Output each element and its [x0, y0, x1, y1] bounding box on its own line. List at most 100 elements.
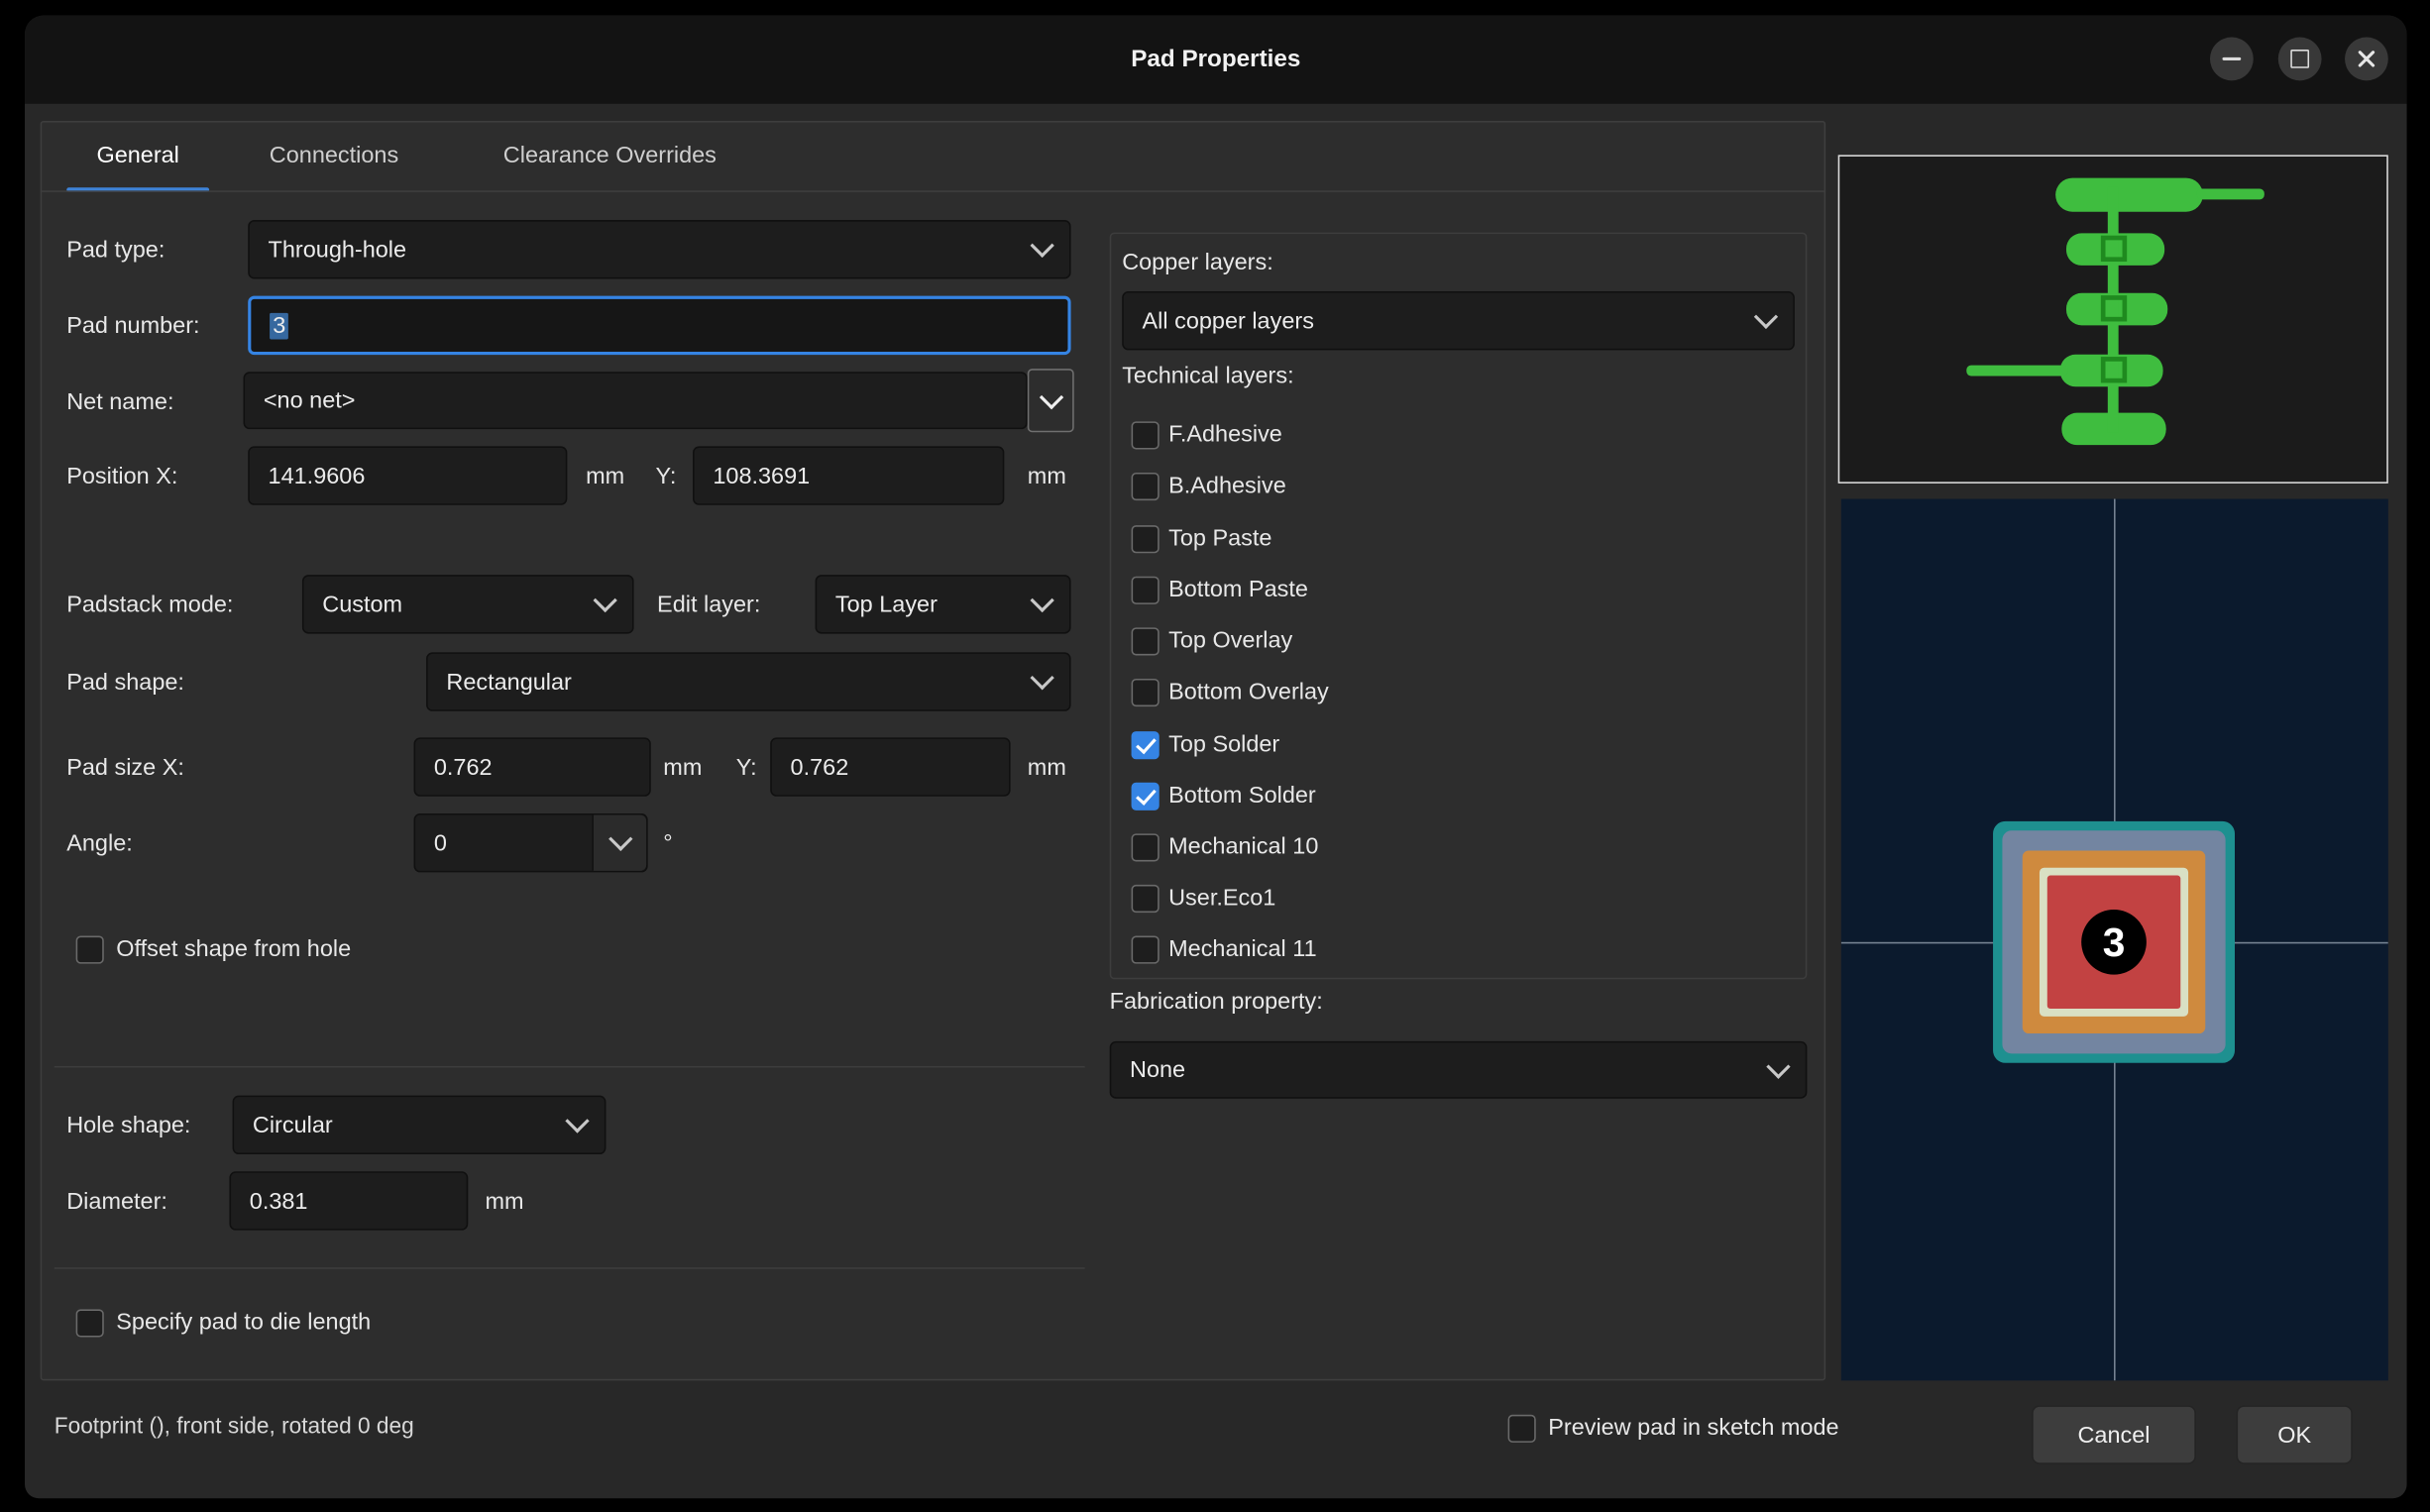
edit-layer-label: Edit layer: [657, 592, 761, 618]
pad-size-x-unit: mm [663, 754, 703, 782]
net-name-input[interactable]: <no net> [243, 372, 1028, 430]
chevron-down-icon [1766, 1053, 1791, 1079]
layer-label-mechanical-11: Mechanical 11 [1168, 935, 1317, 963]
pad-preview-stack: 3 [1993, 820, 2235, 1063]
layer-label-bottom-paste: Bottom Paste [1168, 576, 1308, 603]
copper-layers-value: All copper layers [1142, 307, 1314, 334]
pad-size-y-value: 0.762 [790, 753, 849, 781]
fabrication-property-dropdown[interactable]: None [1109, 1040, 1808, 1099]
window-title: Pad Properties [1131, 46, 1301, 73]
chevron-down-icon [1753, 304, 1779, 329]
padstack-mode-label: Padstack mode: [66, 592, 234, 618]
separator [54, 1065, 1085, 1068]
position-y-unit: mm [1027, 463, 1066, 490]
tabbar-divider [40, 190, 1826, 192]
pad-size-y-unit: mm [1027, 754, 1066, 782]
sketch-mode-checkbox[interactable] [1507, 1414, 1536, 1443]
pad-shape-dropdown[interactable]: Rectangular [426, 652, 1071, 711]
angle-value: 0 [433, 829, 447, 856]
copper-layers-dropdown[interactable]: All copper layers [1122, 290, 1795, 351]
diameter-input[interactable]: 0.381 [229, 1171, 469, 1231]
layer-checkbox-top-overlay[interactable] [1131, 627, 1160, 656]
tab-clearance-overrides[interactable]: Clearance Overrides [476, 121, 744, 192]
tab-connections[interactable]: Connections [253, 121, 415, 192]
pad-to-die-checkbox[interactable] [75, 1309, 104, 1338]
layer-checkbox-bottom-solder[interactable] [1131, 782, 1160, 810]
layer-checkbox-bottom-overlay[interactable] [1131, 678, 1160, 707]
layer-label-f-adhesive: F.Adhesive [1168, 421, 1282, 448]
position-x-input[interactable]: 141.9606 [248, 446, 568, 505]
pad-size-y-input[interactable]: 0.762 [770, 737, 1011, 797]
net-name-value: <no net> [263, 386, 356, 414]
layer-checkbox-top-paste[interactable] [1131, 525, 1160, 554]
chevron-down-icon [1039, 384, 1063, 409]
check-icon [1135, 783, 1156, 806]
pad-number-preview: 3 [2102, 918, 2126, 965]
screen: Pad Properties General Connections Clear… [0, 0, 2430, 1512]
padstack-mode-value: Custom [322, 591, 403, 618]
chevron-down-icon [1030, 588, 1054, 613]
pad-number-input[interactable]: 3 [248, 295, 1071, 356]
fabrication-property-value: None [1130, 1056, 1186, 1084]
pad-size-x-value: 0.762 [433, 753, 493, 781]
pad-size-x-input[interactable]: 0.762 [413, 737, 651, 797]
chevron-down-icon [593, 588, 617, 613]
layer-checkbox-mechanical-10[interactable] [1131, 833, 1160, 862]
layer-checkbox-user-eco1[interactable] [1131, 884, 1160, 914]
pad-number-label: Pad number: [66, 312, 200, 340]
tab-general[interactable]: General [66, 121, 209, 192]
footprint-preview-panel [1837, 155, 2388, 484]
layer-label-bottom-overlay: Bottom Overlay [1168, 678, 1329, 705]
position-x-unit: mm [586, 463, 625, 490]
net-name-dropdown-button[interactable] [1027, 369, 1074, 433]
minimize-button[interactable] [2209, 37, 2254, 81]
position-y-input[interactable]: 108.3691 [693, 446, 1005, 505]
layer-checkbox-mechanical-11[interactable] [1131, 935, 1160, 964]
close-icon [2356, 48, 2377, 69]
hole-shape-dropdown[interactable]: Circular [232, 1095, 607, 1155]
status-text: Footprint (), front side, rotated 0 deg [54, 1414, 414, 1440]
fabrication-property-label: Fabrication property: [1109, 988, 1323, 1016]
position-x-value: 141.9606 [268, 462, 366, 489]
pad-number-value: 3 [270, 312, 289, 339]
pad-to-die-label: Specify pad to die length [116, 1309, 372, 1336]
padstack-mode-dropdown[interactable]: Custom [301, 575, 634, 634]
diameter-label: Diameter: [66, 1188, 167, 1216]
footprint-preview-drawing [1966, 177, 2264, 446]
pad-preview-panel: 3 [1840, 498, 2388, 1381]
layer-label-b-adhesive: B.Adhesive [1168, 472, 1286, 499]
close-button[interactable] [2345, 37, 2388, 81]
layer-checkbox-top-solder[interactable] [1131, 731, 1160, 760]
chevron-down-icon [608, 826, 632, 851]
pad-type-label: Pad type: [66, 237, 166, 264]
separator [54, 1267, 1085, 1269]
layer-checkbox-f-adhesive[interactable] [1131, 421, 1160, 450]
sketch-mode-label: Preview pad in sketch mode [1548, 1414, 1839, 1442]
angle-combo[interactable]: 0 [413, 812, 648, 873]
maximize-button[interactable] [2277, 37, 2322, 81]
offset-shape-checkbox[interactable] [75, 935, 104, 964]
position-x-label: Position X: [66, 463, 178, 490]
check-icon [1135, 732, 1156, 754]
net-name-label: Net name: [66, 388, 174, 416]
angle-unit: ° [663, 830, 673, 857]
pad-properties-dialog: Pad Properties General Connections Clear… [25, 15, 2407, 1499]
layer-checkbox-bottom-paste[interactable] [1131, 576, 1160, 604]
pad-type-dropdown[interactable]: Through-hole [248, 220, 1071, 279]
layer-label-bottom-solder: Bottom Solder [1168, 782, 1316, 810]
titlebar: Pad Properties [25, 15, 2407, 104]
chevron-down-icon [1030, 665, 1054, 691]
ok-button[interactable]: OK [2236, 1405, 2353, 1464]
layer-label-top-paste: Top Paste [1168, 525, 1272, 552]
layer-checkbox-b-adhesive[interactable] [1131, 472, 1160, 501]
chevron-down-icon [565, 1109, 590, 1134]
cancel-button[interactable]: Cancel [2032, 1405, 2196, 1464]
pad-size-x-label: Pad size X: [66, 754, 184, 782]
edit-layer-dropdown[interactable]: Top Layer [815, 575, 1071, 634]
pad-size-y-label: Y: [735, 754, 757, 782]
angle-dropdown-button[interactable] [592, 814, 647, 871]
position-y-value: 108.3691 [713, 462, 811, 489]
copper-layers-label: Copper layers: [1122, 249, 1273, 276]
diameter-unit: mm [485, 1188, 524, 1216]
maximize-icon [2290, 50, 2310, 68]
